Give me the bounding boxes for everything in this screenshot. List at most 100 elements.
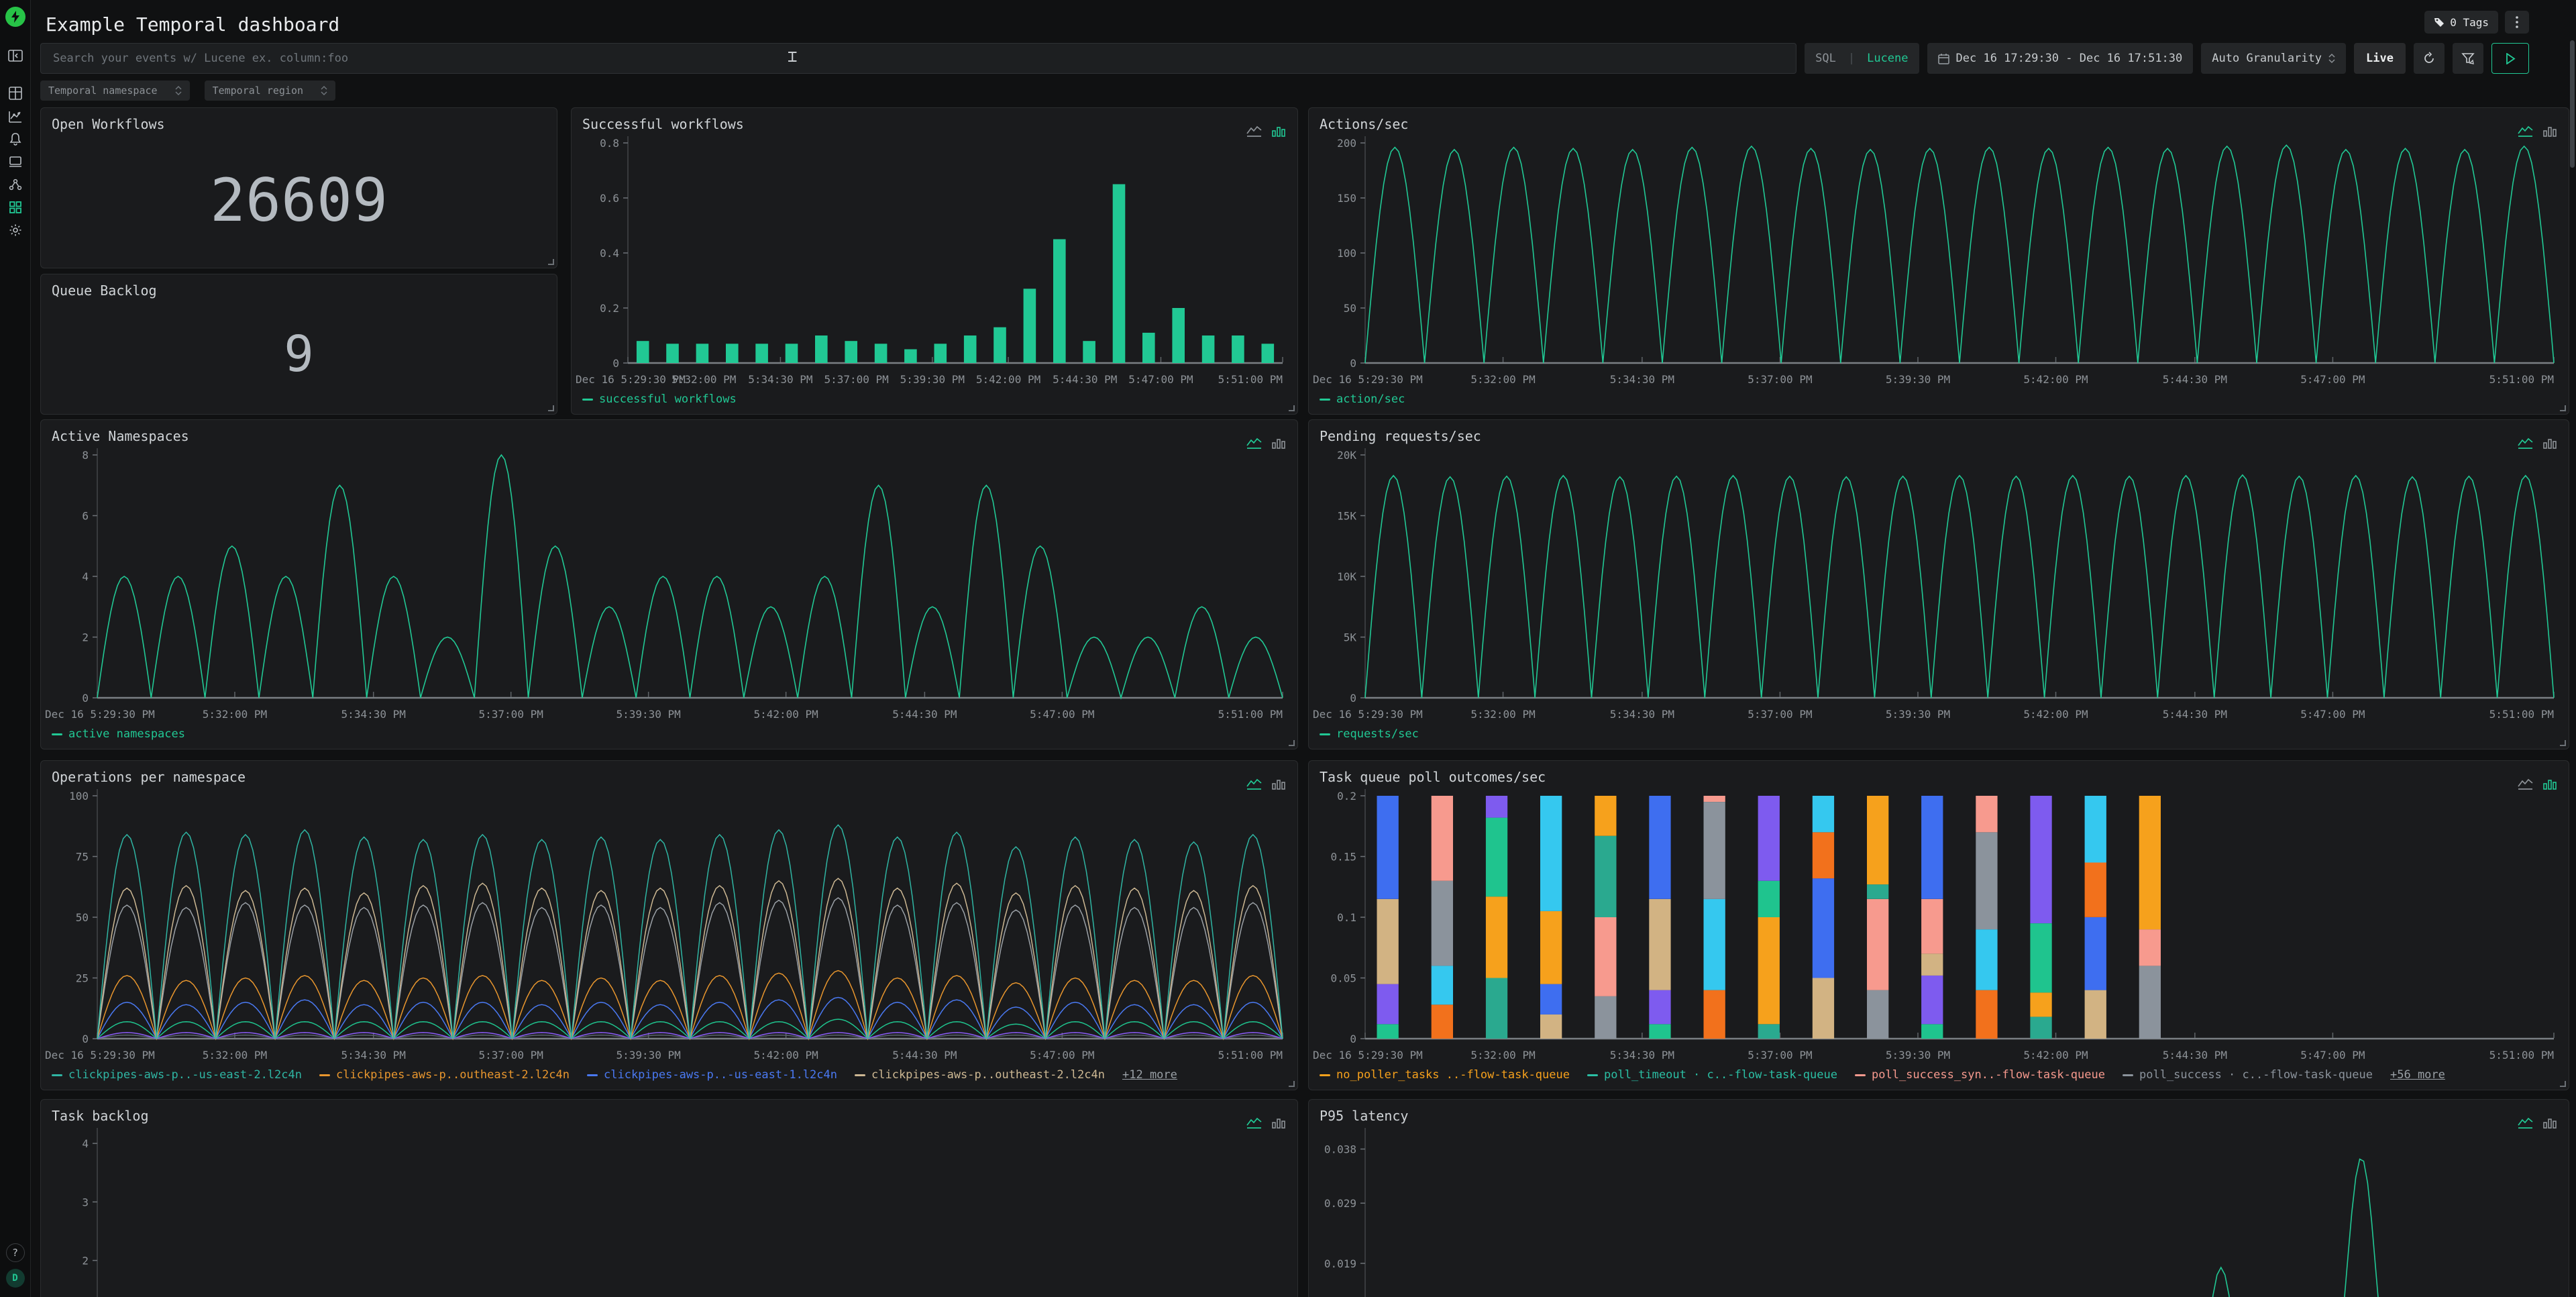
legend-item[interactable]: active namespaces [52,727,185,741]
panel-resize-handle[interactable] [1289,405,1295,411]
svg-text:100: 100 [1337,247,1356,260]
bar-chart-view-icon[interactable] [2542,778,2558,791]
legend-color-dash [1320,1074,1330,1076]
legend-item[interactable]: clickpipes-aws-p..-us-east-2.l2c4n [52,1068,302,1082]
legend-item[interactable]: poll_success · c..-flow-task-queue [2123,1068,2373,1082]
chart-canvas: 0.80.60.40.20Dec 16 5:29:30 PM5:32:00 PM… [572,108,1298,415]
panel-resize-handle[interactable] [548,405,554,411]
legend-color-dash [1587,1074,1598,1076]
line-chart-view-icon[interactable] [1246,778,1263,791]
stat-value: 9 [41,325,557,383]
legend-show-more[interactable]: +56 more [2390,1068,2445,1082]
legend-color-dash [2123,1074,2133,1076]
svg-text:0.6: 0.6 [600,192,619,205]
svg-text:6: 6 [82,510,89,523]
svg-text:5:44:30 PM: 5:44:30 PM [892,1049,957,1061]
chart-legend: successful workflows [582,393,737,406]
vertical-scrollbar-thumb[interactable] [2570,40,2575,168]
user-avatar[interactable]: D [6,1269,25,1288]
sidebar-item-alerts[interactable] [4,129,27,149]
legend-item[interactable]: poll_timeout · c..-flow-task-queue [1587,1068,1837,1082]
bar-chart-view-icon[interactable] [2542,1117,2558,1130]
sidebar-item-topology[interactable] [4,174,27,195]
legend-color-dash [1320,399,1330,401]
legend-item[interactable]: clickpipes-aws-p..outheast-2.l2c4n [855,1068,1105,1082]
chart-type-toggle [2518,778,2558,791]
svg-text:0.2: 0.2 [600,302,619,315]
svg-text:5:39:30 PM: 5:39:30 PM [1886,708,1950,721]
gear-icon [9,223,22,237]
legend-show-more[interactable]: +12 more [1122,1068,1177,1082]
panel-queue-backlog: Queue Backlog9 [40,274,557,415]
bar-chart-view-icon[interactable] [1271,437,1287,450]
legend-item[interactable]: clickpipes-aws-p..-us-east-1.l2c4n [587,1068,837,1082]
chart-legend: active namespaces [52,727,185,741]
legend-item[interactable]: clickpipes-aws-p..outheast-2.l2c4n [319,1068,570,1082]
legend-item[interactable]: requests/sec [1320,727,1419,741]
svg-text:5:42:00 PM: 5:42:00 PM [753,1049,818,1061]
svg-text:5:42:00 PM: 5:42:00 PM [2023,708,2088,721]
svg-text:15K: 15K [1337,510,1356,523]
svg-text:5:34:30 PM: 5:34:30 PM [748,373,812,386]
panel-title: P95 latency [1320,1108,1408,1124]
svg-text:0: 0 [612,357,619,370]
line-chart-view-icon[interactable] [1246,437,1263,450]
svg-text:Dec 16 5:29:30 PM: Dec 16 5:29:30 PM [1313,708,1423,721]
chart-legend: no_poller_tasks ..-flow-task-queue poll_t… [1320,1068,2445,1082]
legend-color-dash [52,733,62,735]
chart-type-toggle [2518,125,2558,138]
line-chart-view-icon[interactable] [2518,1117,2534,1130]
panel-active-namespaces: Active Namespaces86420Dec 16 5:29:30 PM5… [40,419,1298,749]
sidebar-item-console[interactable] [4,152,27,172]
svg-text:5:34:30 PM: 5:34:30 PM [1610,373,1674,386]
chart-legend: clickpipes-aws-p..-us-east-2.l2c4n clickp… [52,1068,1177,1082]
svg-text:5:42:00 PM: 5:42:00 PM [2023,373,2088,386]
sidebar-item-tables[interactable] [4,83,27,103]
line-chart-view-icon[interactable] [2518,437,2534,450]
legend-color-dash [582,399,593,401]
chart-canvas: 432Dec 16 5:29:30 PM5:32:00 PM5:34:30 PM… [41,1100,1298,1297]
svg-text:50: 50 [76,911,89,924]
legend-item[interactable]: successful workflows [582,393,737,406]
bar-chart-view-icon[interactable] [2542,125,2558,138]
dashboards-icon [9,201,22,214]
svg-text:0.2: 0.2 [1337,790,1356,802]
panel-resize-handle[interactable] [2560,740,2566,746]
panel-resize-handle[interactable] [1289,1081,1295,1087]
legend-item[interactable]: poll_success_syn..-flow-task-queue [1855,1068,2105,1082]
line-chart-view-icon[interactable] [2518,778,2534,791]
bar-chart-view-icon[interactable] [1271,1117,1287,1130]
panel-successful-workflows: Successful workflows0.80.60.40.20Dec 16 … [571,107,1298,415]
svg-text:5:47:00 PM: 5:47:00 PM [1030,708,1094,721]
sidebar-item-dashboards[interactable] [4,197,27,217]
app-logo[interactable] [5,7,25,27]
panel-resize-handle[interactable] [2560,405,2566,411]
svg-text:0.1: 0.1 [1337,911,1356,924]
svg-text:5:44:30 PM: 5:44:30 PM [2163,708,2227,721]
legend-label: successful workflows [599,393,737,406]
bar-chart-view-icon[interactable] [1271,778,1287,791]
panel-resize-handle[interactable] [548,259,554,265]
svg-text:5:39:30 PM: 5:39:30 PM [616,708,680,721]
sidebar-item-collapse-sidebar[interactable] [4,46,27,66]
bar-chart-view-icon[interactable] [2542,437,2558,450]
svg-text:5:32:00 PM: 5:32:00 PM [1470,373,1535,386]
svg-text:Dec 16 5:29:30 PM: Dec 16 5:29:30 PM [576,373,686,386]
panel-open-workflows: Open Workflows26609 [40,107,557,268]
chart-type-toggle [1246,1117,1287,1130]
svg-text:0.8: 0.8 [600,137,619,150]
sidebar-item-metrics[interactable] [4,106,27,126]
sidebar-item-settings[interactable] [4,220,27,240]
legend-item[interactable]: no_poller_tasks ..-flow-task-queue [1320,1068,1570,1082]
legend-item[interactable]: action/sec [1320,393,1405,406]
panel-resize-handle[interactable] [2560,1081,2566,1087]
help-button[interactable]: ? [6,1243,25,1262]
legend-label: poll_timeout · c..-flow-task-queue [1604,1068,1837,1082]
svg-text:0.038: 0.038 [1324,1143,1356,1156]
bar-chart-view-icon[interactable] [1271,125,1287,138]
panel-resize-handle[interactable] [1289,740,1295,746]
line-chart-view-icon[interactable] [2518,125,2534,138]
line-chart-view-icon[interactable] [1246,1117,1263,1130]
svg-text:5:51:00 PM: 5:51:00 PM [1218,373,1283,386]
line-chart-view-icon[interactable] [1246,125,1263,138]
